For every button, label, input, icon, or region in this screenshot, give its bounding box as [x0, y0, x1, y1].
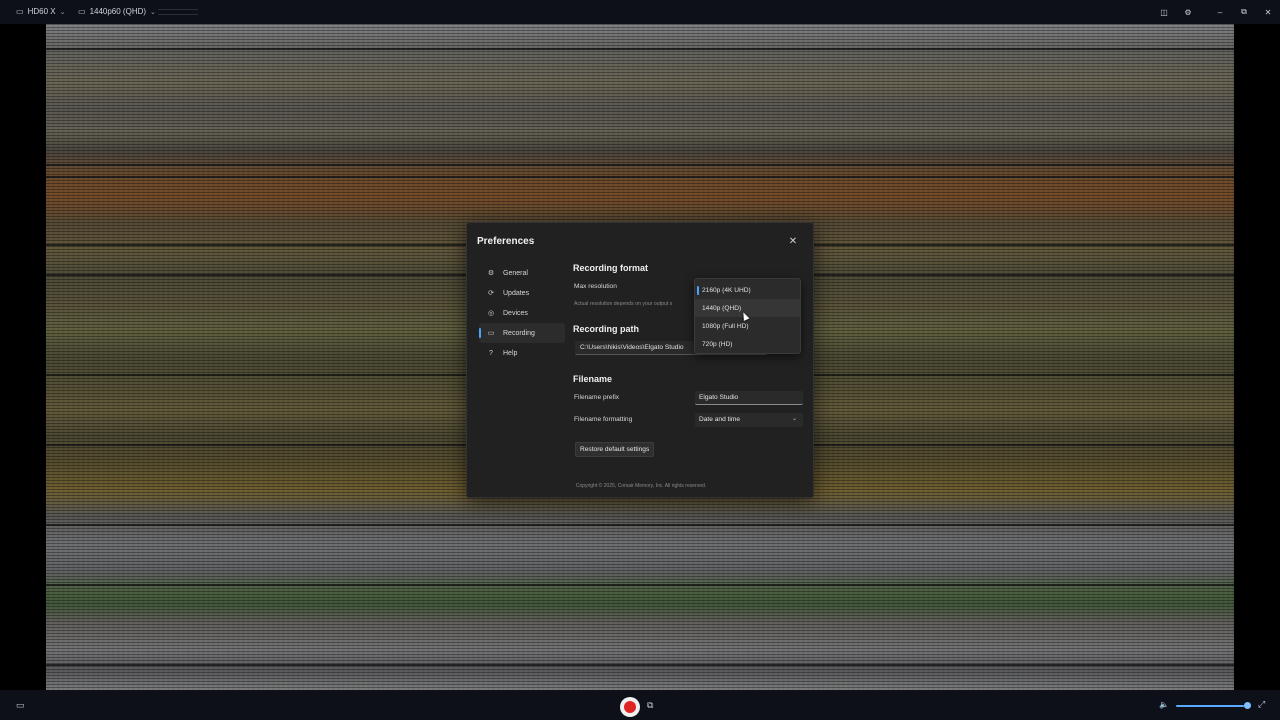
volume-fill — [1176, 705, 1245, 707]
minimize-icon[interactable]: – — [1208, 0, 1232, 24]
fullscreen-icon[interactable]: ⤢ — [1258, 699, 1265, 710]
nav-item-help[interactable]: ? Help — [479, 343, 565, 363]
close-icon[interactable]: ✕ — [787, 236, 799, 248]
section-title-recording-path: Recording path — [573, 324, 640, 334]
filename-formatting-label: Filename formatting — [574, 416, 633, 423]
preferences-nav: ⚙ General ⟳ Updates ◎ Devices ▭ Recordin… — [479, 263, 565, 363]
audio-meter — [158, 9, 198, 15]
nav-item-general[interactable]: ⚙ General — [479, 263, 565, 283]
record-dot-icon — [624, 701, 636, 713]
filename-formatting-value: Date and time — [699, 416, 741, 423]
device-icon: ◎ — [487, 310, 495, 317]
nav-item-label: General — [503, 269, 528, 277]
copyright-text: Copyright © 2025, Corsair Memory, Inc. A… — [575, 483, 707, 489]
resolution-option-1080p[interactable]: 1080p (Full HD) — [695, 317, 800, 335]
close-icon[interactable]: ✕ — [1256, 0, 1280, 24]
refresh-icon: ⟳ — [488, 290, 494, 297]
nav-item-label: Recording — [503, 329, 535, 337]
format-name: 1440p60 (QHD) — [89, 7, 147, 16]
chevron-down-icon: ⌄ — [791, 416, 797, 422]
gear-icon: ⚙ — [487, 270, 495, 277]
preferences-dialog: Preferences ✕ ⚙ General ⟳ Updates ◎ Devi… — [466, 222, 814, 498]
resolution-option-720p[interactable]: 720p (HD) — [695, 335, 800, 353]
filename-formatting-select[interactable]: Date and time ⌄ — [695, 413, 803, 427]
max-resolution-label: Max resolution — [574, 283, 617, 290]
help-icon: ? — [489, 349, 493, 357]
filename-prefix-label: Filename prefix — [574, 394, 620, 401]
nav-item-devices[interactable]: ◎ Devices — [479, 303, 565, 323]
nav-item-updates[interactable]: ⟳ Updates — [479, 283, 565, 303]
camera-icon: ▭ — [487, 330, 495, 337]
restore-defaults-button[interactable]: Restore default settings — [575, 442, 655, 457]
record-button[interactable] — [620, 697, 640, 717]
device-icon: ▭ — [16, 7, 24, 16]
camera-icon: ▭ — [78, 7, 86, 16]
top-bar: ▭ HD60 X ⌄ ▭ 1440p60 (QHD) ⌄ ◫ ⚙ – ⧉ ✕ — [0, 0, 1280, 24]
restore-icon[interactable]: ⧉ — [1232, 0, 1256, 24]
folder-icon[interactable]: ▭ — [16, 700, 25, 711]
chevron-down-icon: ⌄ — [150, 8, 156, 16]
nav-item-label: Devices — [503, 309, 528, 317]
volume-knob[interactable] — [1244, 702, 1251, 709]
section-title-filename: Filename — [573, 374, 613, 384]
volume-slider[interactable] — [1176, 705, 1248, 707]
filename-prefix-input[interactable]: Elgato Studio — [695, 391, 803, 405]
format-selector[interactable]: ▭ 1440p60 (QHD) ⌄ — [78, 7, 156, 16]
device-name: HD60 X — [27, 7, 56, 16]
sidebar-toggle-icon[interactable]: ◫ — [1152, 0, 1176, 24]
nav-item-label: Help — [503, 349, 518, 357]
speaker-icon[interactable]: 🔈 — [1159, 700, 1169, 709]
section-title-recording-format: Recording format — [573, 263, 649, 273]
resolution-hint: Actual resolution depends on your output… — [574, 301, 673, 307]
nav-item-recording[interactable]: ▭ Recording — [479, 323, 565, 343]
screenshot-icon[interactable]: ⧉ — [647, 700, 653, 711]
nav-item-label: Updates — [503, 289, 530, 297]
device-selector[interactable]: ▭ HD60 X ⌄ — [16, 7, 65, 16]
bottom-bar: ▭ ⧉ 🔈 ⤢ — [0, 690, 1280, 720]
resolution-option-2160p[interactable]: 2160p (4K UHD) — [695, 281, 800, 299]
chevron-down-icon: ⌄ — [59, 8, 66, 16]
dialog-title: Preferences — [477, 236, 535, 247]
settings-icon[interactable]: ⚙ — [1176, 0, 1200, 24]
